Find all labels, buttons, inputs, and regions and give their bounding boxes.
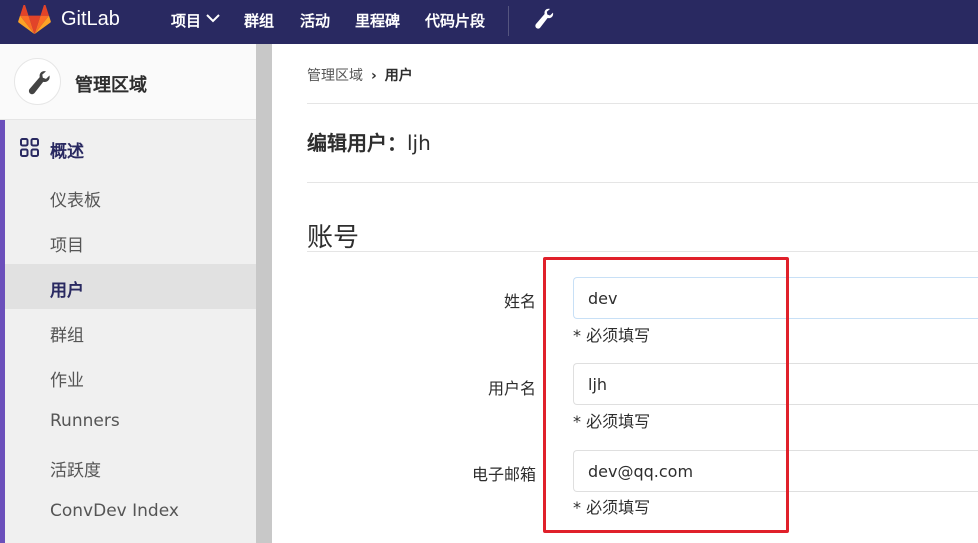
sidebar-overview[interactable]: 概述 (50, 137, 84, 162)
sidebar-item-users[interactable]: 用户 (50, 276, 84, 301)
sidebar-item-convdev-index[interactable]: ConvDev Index (50, 501, 179, 521)
chevron-right-icon: › (371, 68, 377, 84)
wrench-icon[interactable] (533, 7, 555, 31)
sidebar-overview-group (5, 120, 256, 543)
divider (307, 182, 978, 183)
breadcrumb-parent[interactable]: 管理区域 (307, 68, 363, 84)
sidebar-active-row (5, 264, 256, 309)
gitlab-logo[interactable] (18, 5, 51, 35)
nav-activity[interactable]: 活动 (300, 10, 330, 31)
name-label: 姓名 (503, 292, 536, 311)
sidebar-area-title[interactable]: 管理区域 (75, 71, 147, 97)
sidebar-item-dashboard[interactable]: 仪表板 (50, 186, 101, 211)
nav-snippets[interactable]: 代码片段 (425, 10, 485, 31)
highlight-annotation-box (543, 257, 789, 533)
nav-groups[interactable]: 群组 (244, 10, 274, 31)
divider (307, 251, 978, 252)
page-title: 编辑用户：ljh (307, 127, 431, 156)
sidebar-item-projects[interactable]: 项目 (50, 231, 84, 256)
sidebar-scrollbar[interactable] (256, 44, 272, 543)
sidebar-active-indicator (0, 120, 5, 543)
nav-projects[interactable]: 项目 (171, 10, 201, 31)
brand-name[interactable]: GitLab (61, 8, 120, 31)
nav-divider (508, 6, 509, 36)
sidebar-item-activity[interactable]: 活跃度 (50, 456, 101, 481)
username-label: 用户名 (487, 379, 536, 398)
page-title-prefix: 编辑用户： (307, 131, 407, 155)
breadcrumb-current[interactable]: 用户 (385, 68, 413, 84)
chevron-down-icon[interactable] (206, 13, 220, 23)
sidebar-item-runners[interactable]: Runners (50, 411, 120, 431)
breadcrumb: 管理区域 › 用户 (307, 65, 413, 85)
top-navbar: GitLab 项目 群组 活动 里程碑 代码片段 (0, 0, 978, 44)
grid-icon (20, 138, 39, 157)
page-title-username: ljh (407, 131, 431, 155)
sidebar-item-jobs[interactable]: 作业 (50, 366, 84, 391)
wrench-icon (28, 71, 50, 95)
admin-avatar (14, 58, 61, 105)
nav-milestones[interactable]: 里程碑 (355, 10, 400, 31)
email-label: 电子邮箱 (471, 465, 536, 484)
divider (307, 103, 978, 104)
sidebar-item-groups[interactable]: 群组 (50, 321, 84, 346)
section-title-account: 账号 (307, 223, 360, 253)
